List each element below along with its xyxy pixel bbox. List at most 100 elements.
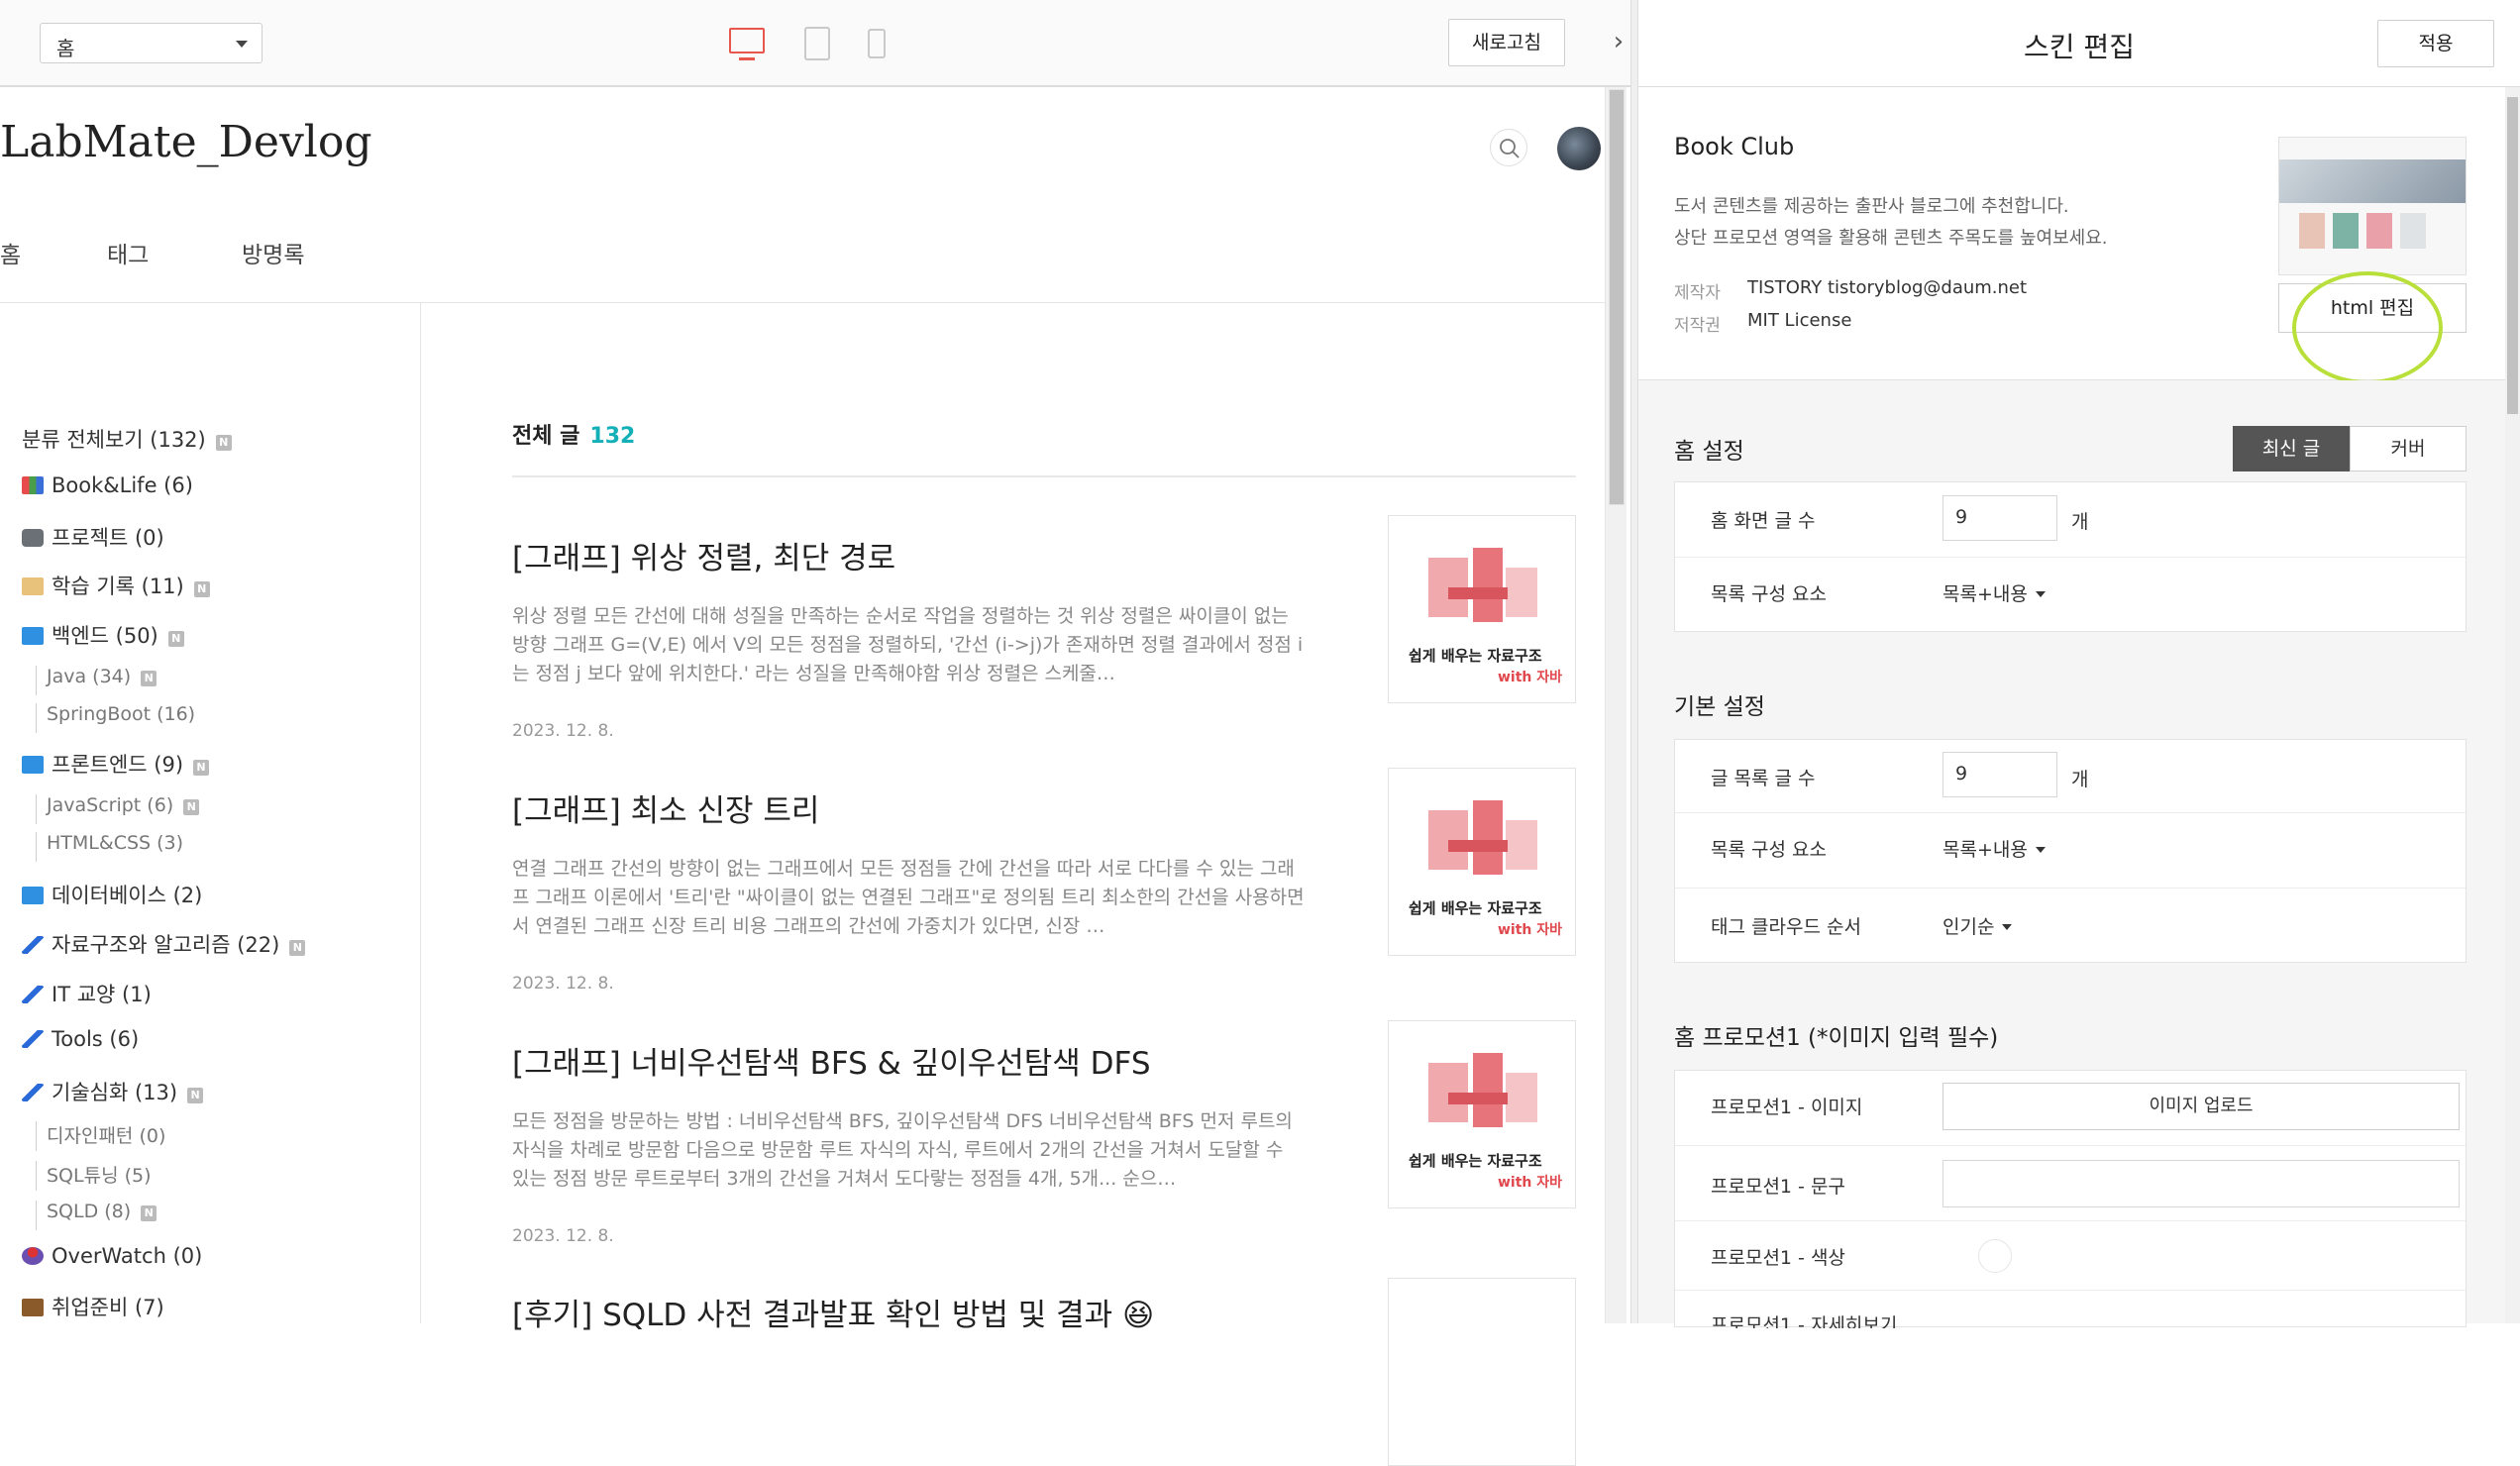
thumb-subtitle: with 자바 xyxy=(1498,1175,1563,1191)
skin-name: Book Club xyxy=(1674,133,1795,160)
list-count-input[interactable]: 9 xyxy=(1942,752,2057,797)
pen-icon xyxy=(22,1084,44,1101)
thumb-title: 쉽게 배우는 자료구조 xyxy=(1409,899,1542,917)
home-settings-card: 홈 화면 글 수 9 개 목록 구성 요소 목록+내용 xyxy=(1674,481,2467,632)
page-select[interactable]: 홈 xyxy=(40,23,262,63)
preview-toolbar: 홈 새로고침 xyxy=(0,0,1601,87)
subcategory-item[interactable]: JavaScript (6) N xyxy=(36,794,200,824)
post-title[interactable]: [그래프] 너비우선탐색 BFS & 깊이우선탐색 DFS xyxy=(512,1038,1151,1083)
monitor-icon xyxy=(22,627,44,645)
post-date: 2023. 12. 8. xyxy=(512,1226,614,1246)
settings-row: 글 목록 글 수 9 개 xyxy=(1675,740,2466,813)
scrollbar-thumb[interactable] xyxy=(2507,97,2518,414)
settings-row: 프로모션1 - 문구 xyxy=(1675,1146,2466,1221)
pen-icon xyxy=(22,936,44,954)
category-item[interactable]: 데이터베이스 (2) xyxy=(22,880,202,909)
tag-cloud-order-dropdown[interactable]: 인기순 xyxy=(1942,912,2013,939)
post-thumbnail[interactable] xyxy=(1388,1278,1576,1466)
row-label: 글 목록 글 수 xyxy=(1711,768,1816,789)
subcategory-item[interactable]: 디자인패턴 (0) xyxy=(36,1121,165,1151)
category-item[interactable]: OverWatch (0) xyxy=(22,1244,202,1274)
seg-cover-button[interactable]: 커버 xyxy=(2350,426,2467,471)
unit-label: 개 xyxy=(2071,769,2089,790)
joystick-icon xyxy=(22,1247,44,1265)
scrollbar-thumb[interactable] xyxy=(1609,89,1625,505)
monitor-icon xyxy=(22,756,44,774)
category-item[interactable]: 취업준비 (7) xyxy=(22,1292,164,1321)
row-label: 태그 클라우드 순서 xyxy=(1711,916,1861,938)
html-edit-button[interactable]: html 편집 xyxy=(2278,283,2467,333)
post-thumbnail[interactable]: 쉽게 배우는 자료구조 with 자바 xyxy=(1388,768,1576,956)
post-title[interactable]: [그래프] 위상 정렬, 최단 경로 xyxy=(512,533,895,577)
tablet-icon[interactable] xyxy=(804,27,830,60)
home-post-count-input[interactable]: 9 xyxy=(1942,495,2057,541)
panel-divider[interactable] xyxy=(1630,0,1638,1323)
basic-settings-title: 기본 설정 xyxy=(1674,694,1765,720)
settings-row: 목록 구성 요소 목록+내용 xyxy=(1675,813,2466,889)
home-list-element-dropdown[interactable]: 목록+내용 xyxy=(1942,579,2046,606)
row-label: 목록 구성 요소 xyxy=(1711,839,1827,861)
license-value: MIT License xyxy=(1747,310,1852,331)
post-title[interactable]: [그래프] 최소 신장 트리 xyxy=(512,785,819,830)
category-item[interactable]: 백엔드 (50) N xyxy=(22,620,184,650)
row-label: 프로모션1 - 이미지 xyxy=(1711,1097,1863,1118)
divider xyxy=(420,303,421,1323)
list-element-dropdown[interactable]: 목록+내용 xyxy=(1942,835,2046,862)
page-select-value: 홈 xyxy=(56,37,75,60)
search-icon[interactable] xyxy=(1490,129,1527,166)
chevron-down-icon xyxy=(236,41,248,48)
subcategory-item[interactable]: Java (34) N xyxy=(36,666,158,695)
book-cover-art xyxy=(1428,800,1537,875)
post-excerpt: 위상 정렬 모든 간선에 대해 성질을 만족하는 순서로 작업을 정렬하는 것 … xyxy=(512,605,1304,684)
new-badge: N xyxy=(193,760,210,776)
subcategory-item[interactable]: SpringBoot (16) xyxy=(36,703,195,733)
nav-item-home[interactable]: 홈 xyxy=(0,236,21,269)
post-excerpt: 모든 정점을 방문하는 방법 : 너비우선탐색 BFS, 깊이우선탐색 DFS … xyxy=(512,1110,1293,1190)
avatar[interactable] xyxy=(1557,127,1601,170)
settings-area: 홈 설정 최신 글 커버 홈 화면 글 수 9 개 목록 구성 요소 목록+내용… xyxy=(1638,380,2505,1328)
mobile-icon[interactable] xyxy=(868,29,886,58)
category-item[interactable]: Tools (6) xyxy=(22,1027,139,1057)
preview-scrollbar[interactable] xyxy=(1605,87,1627,1323)
category-item[interactable]: 기술심화 (13) N xyxy=(22,1077,204,1106)
settings-row: 프로모션1 - 자세히보기 xyxy=(1675,1291,2466,1328)
author-value: TISTORY tistoryblog@daum.net xyxy=(1747,277,2028,298)
promotion-text-input[interactable] xyxy=(1942,1160,2460,1207)
image-upload-button[interactable]: 이미지 업로드 xyxy=(1942,1083,2460,1130)
new-badge: N xyxy=(215,435,232,451)
unit-label: 개 xyxy=(2071,511,2089,533)
post-count: 132 xyxy=(589,424,636,449)
desktop-icon[interactable] xyxy=(729,28,765,60)
seg-latest-button[interactable]: 최신 글 xyxy=(2233,426,2350,471)
subcategory-item[interactable]: SQL튜닝 (5) xyxy=(36,1161,152,1191)
category-item[interactable]: 프론트엔드 (9) N xyxy=(22,749,210,779)
nav-item-tag[interactable]: 태그 xyxy=(107,236,149,269)
blog-title[interactable]: LabMate_Devlog xyxy=(0,117,372,167)
color-picker[interactable] xyxy=(1978,1239,2012,1273)
chevron-down-icon xyxy=(2035,591,2046,597)
subcategory-item[interactable]: SQLD (8) N xyxy=(36,1201,158,1230)
category-item[interactable]: Book&Life (6) xyxy=(22,473,193,503)
monitor-icon xyxy=(22,887,44,904)
apply-button[interactable]: 적용 xyxy=(2377,20,2494,67)
category-item[interactable]: 프로젝트 (0) xyxy=(22,522,164,552)
chevron-down-icon xyxy=(2002,924,2013,930)
skin-preview-image xyxy=(2278,137,2467,275)
thumb-subtitle: with 자바 xyxy=(1498,922,1563,938)
subcategory-item[interactable]: HTML&CSS (3) xyxy=(36,832,183,862)
post-thumbnail[interactable]: 쉽게 배우는 자료구조 with 자바 xyxy=(1388,1020,1576,1208)
category-all[interactable]: 분류 전체보기 (132) N xyxy=(22,424,232,454)
settings-row: 프로모션1 - 이미지 이미지 업로드 xyxy=(1675,1071,2466,1146)
category-item[interactable]: 자료구조와 알고리즘 (22) N xyxy=(22,929,306,959)
nav-item-guestbook[interactable]: 방명록 xyxy=(242,236,304,269)
new-badge: N xyxy=(183,799,200,815)
category-item[interactable]: 학습 기록 (11) N xyxy=(22,571,210,600)
chevron-down-icon xyxy=(2035,847,2046,853)
refresh-button[interactable]: 새로고침 xyxy=(1448,19,1565,66)
category-item[interactable]: IT 교양 (1) xyxy=(22,979,152,1008)
divider xyxy=(0,302,1605,303)
post-thumbnail[interactable]: 쉽게 배우는 자료구조 with 자바 xyxy=(1388,515,1576,703)
settings-row: 홈 화면 글 수 9 개 xyxy=(1675,482,2466,558)
skin-panel-scrollbar[interactable] xyxy=(2505,87,2520,1323)
post-title[interactable]: [후기] SQLD 사전 결과발표 확인 방법 및 결과 😆 xyxy=(512,1290,1154,1334)
